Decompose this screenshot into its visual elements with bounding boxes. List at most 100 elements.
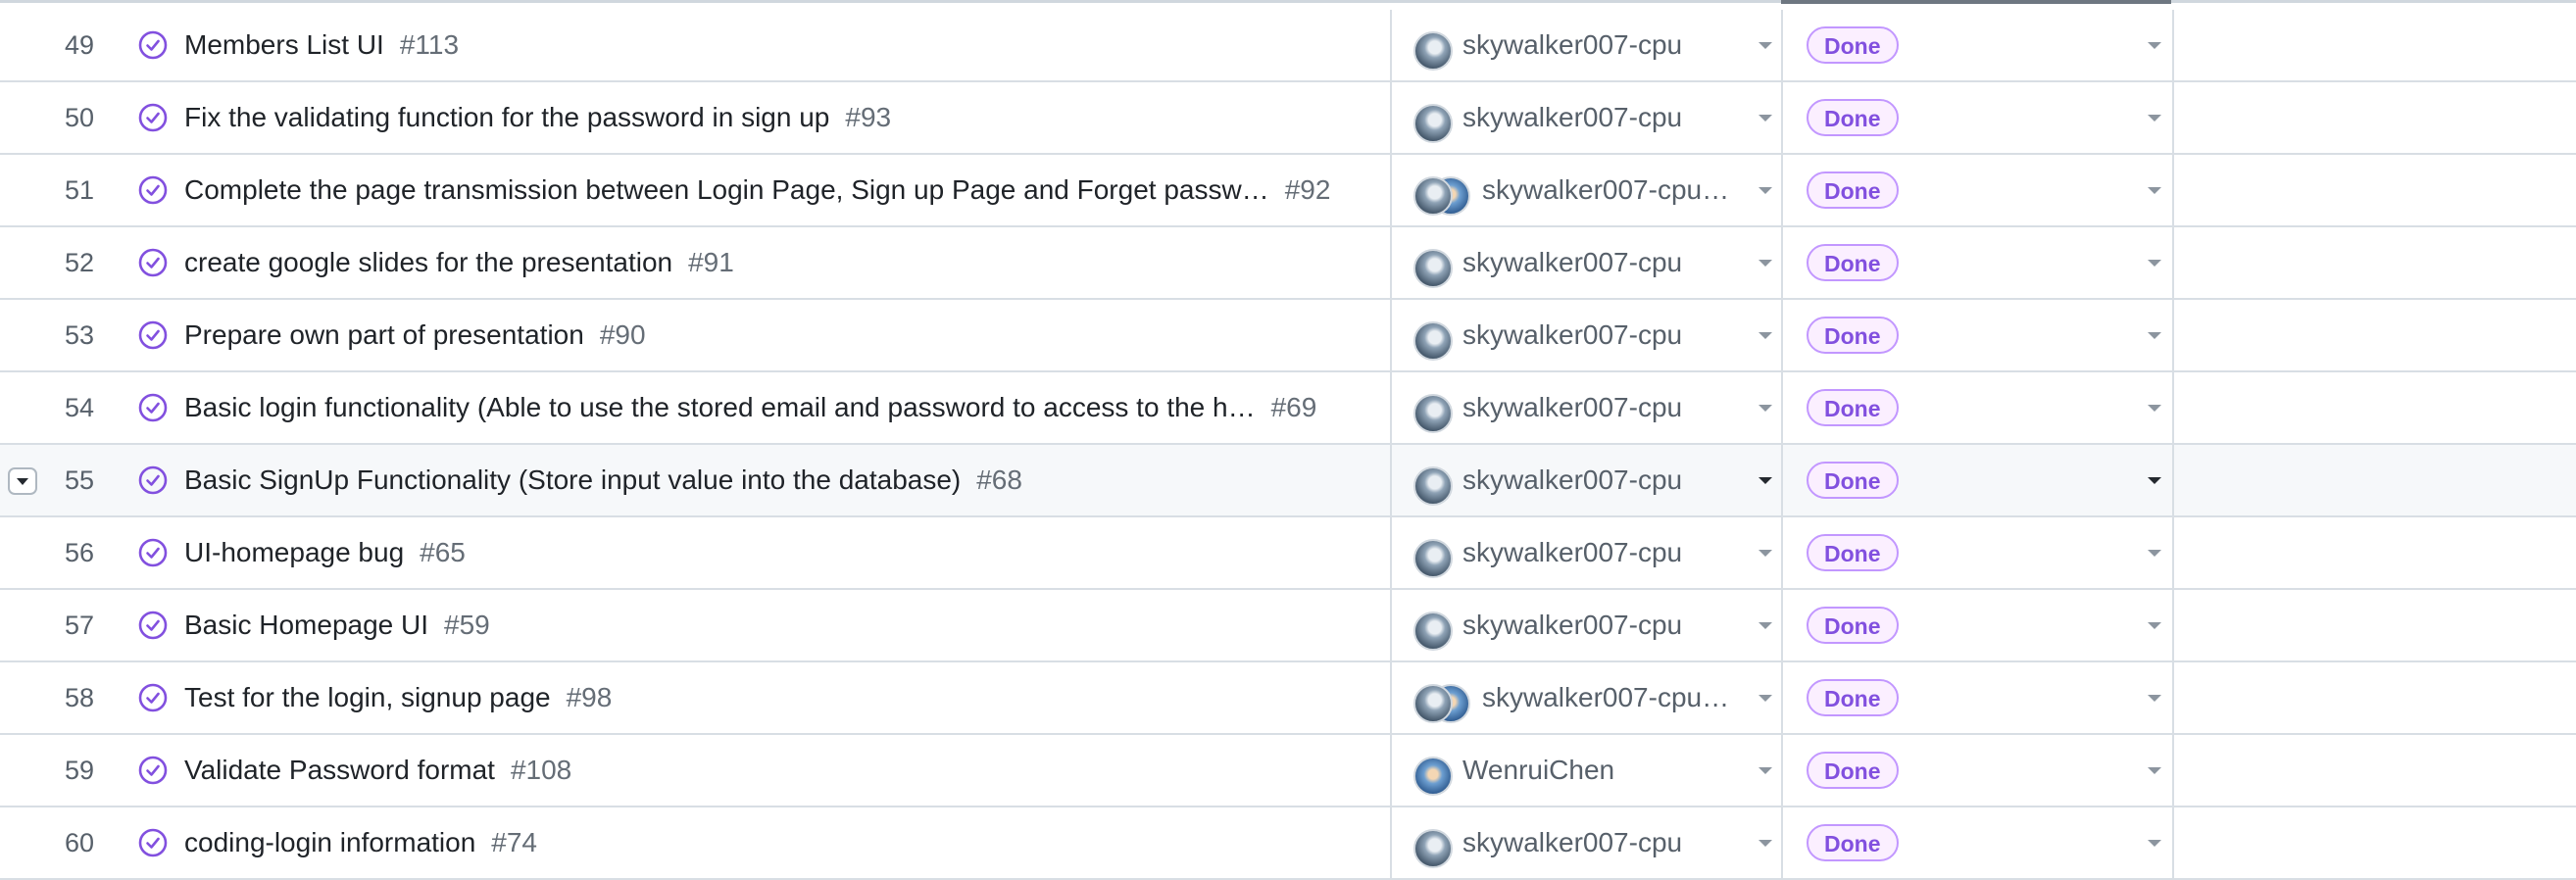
title-cell[interactable]: Prepare own part of presentation #90 bbox=[137, 300, 1390, 370]
assignees-cell[interactable]: skywalker007-cpu bbox=[1390, 82, 1781, 153]
empty-cell[interactable] bbox=[2172, 445, 2576, 515]
issue-title-link[interactable]: Validate Password format bbox=[184, 755, 495, 786]
chevron-down-icon[interactable] bbox=[2148, 767, 2161, 774]
chevron-down-icon[interactable] bbox=[2148, 550, 2161, 557]
chevron-down-icon[interactable] bbox=[1759, 695, 1772, 702]
status-cell[interactable]: Done bbox=[1781, 82, 2172, 153]
issue-title-link[interactable]: Fix the validating function for the pass… bbox=[184, 102, 829, 133]
header-divider bbox=[0, 0, 2576, 3]
issue-closed-icon bbox=[138, 393, 168, 422]
table-row[interactable]: 55 Basic SignUp Functionality (Store inp… bbox=[0, 445, 2576, 517]
chevron-down-icon[interactable] bbox=[2148, 115, 2161, 122]
chevron-down-icon[interactable] bbox=[2148, 405, 2161, 412]
assignee-name: skywalker007-cpu bbox=[1462, 247, 1683, 277]
table-row[interactable]: 54 Basic login functionality (Able to us… bbox=[0, 372, 2576, 445]
chevron-down-icon[interactable] bbox=[1759, 477, 1772, 484]
issue-title-link[interactable]: Test for the login, signup page bbox=[184, 682, 551, 713]
empty-cell[interactable] bbox=[2172, 10, 2576, 80]
chevron-down-icon[interactable] bbox=[1759, 187, 1772, 194]
issue-title-link[interactable]: Basic SignUp Functionality (Store input … bbox=[184, 464, 961, 496]
assignees-cell[interactable]: skywalker007-cpu bbox=[1390, 445, 1781, 515]
title-cell[interactable]: Fix the validating function for the pass… bbox=[137, 82, 1390, 153]
chevron-down-icon[interactable] bbox=[1759, 260, 1772, 267]
chevron-down-icon[interactable] bbox=[2148, 187, 2161, 194]
empty-cell[interactable] bbox=[2172, 590, 2576, 660]
assignees-cell[interactable]: skywalker007-cpu bbox=[1390, 807, 1781, 878]
assignees-cell[interactable]: skywalker007-cpu bbox=[1390, 300, 1781, 370]
table-row[interactable]: 60 coding-login information #74 skywalke… bbox=[0, 807, 2576, 880]
empty-cell[interactable] bbox=[2172, 227, 2576, 298]
assignees-cell[interactable]: skywalker007-cpu bbox=[1390, 590, 1781, 660]
row-menu-button[interactable] bbox=[8, 467, 37, 495]
status-cell[interactable]: Done bbox=[1781, 807, 2172, 878]
issue-title-link[interactable]: Basic Homepage UI bbox=[184, 610, 428, 641]
title-cell[interactable]: Basic Homepage UI #59 bbox=[137, 590, 1390, 660]
title-cell[interactable]: create google slides for the presentatio… bbox=[137, 227, 1390, 298]
title-cell[interactable]: UI-homepage bug #65 bbox=[137, 517, 1390, 588]
issue-title-link[interactable]: create google slides for the presentatio… bbox=[184, 247, 672, 278]
assignees-cell[interactable]: skywalker007-cpu bbox=[1390, 10, 1781, 80]
chevron-down-icon[interactable] bbox=[1759, 115, 1772, 122]
empty-cell[interactable] bbox=[2172, 372, 2576, 443]
status-cell[interactable]: Done bbox=[1781, 10, 2172, 80]
assignees-cell[interactable]: skywalker007-cpu… bbox=[1390, 155, 1781, 225]
table-row[interactable]: 58 Test for the login, signup page #98 s… bbox=[0, 662, 2576, 735]
issue-title-link[interactable]: Prepare own part of presentation bbox=[184, 319, 584, 351]
chevron-down-icon[interactable] bbox=[2148, 840, 2161, 847]
status-cell[interactable]: Done bbox=[1781, 227, 2172, 298]
status-cell[interactable]: Done bbox=[1781, 445, 2172, 515]
title-cell[interactable]: Complete the page transmission between L… bbox=[137, 155, 1390, 225]
empty-cell[interactable] bbox=[2172, 82, 2576, 153]
chevron-down-icon[interactable] bbox=[1759, 405, 1772, 412]
title-cell[interactable]: Members List UI #113 bbox=[137, 10, 1390, 80]
empty-cell[interactable] bbox=[2172, 807, 2576, 878]
issue-title-link[interactable]: Complete the page transmission between L… bbox=[184, 174, 1269, 206]
chevron-down-icon[interactable] bbox=[2148, 42, 2161, 49]
title-cell[interactable]: Test for the login, signup page #98 bbox=[137, 662, 1390, 733]
table-row[interactable]: 56 UI-homepage bug #65 skywalker007-cpu … bbox=[0, 517, 2576, 590]
assignees-cell[interactable]: skywalker007-cpu bbox=[1390, 517, 1781, 588]
status-cell[interactable]: Done bbox=[1781, 735, 2172, 806]
table-row[interactable]: 52 create google slides for the presenta… bbox=[0, 227, 2576, 300]
assignees-cell[interactable]: skywalker007-cpu… bbox=[1390, 662, 1781, 733]
table-row[interactable]: 57 Basic Homepage UI #59 skywalker007-cp… bbox=[0, 590, 2576, 662]
title-cell[interactable]: Basic SignUp Functionality (Store input … bbox=[137, 445, 1390, 515]
empty-cell[interactable] bbox=[2172, 662, 2576, 733]
status-cell[interactable]: Done bbox=[1781, 662, 2172, 733]
chevron-down-icon[interactable] bbox=[1759, 622, 1772, 629]
chevron-down-icon[interactable] bbox=[1759, 840, 1772, 847]
table-row[interactable]: 59 Validate Password format #108 WenruiC… bbox=[0, 735, 2576, 807]
chevron-down-icon[interactable] bbox=[2148, 332, 2161, 339]
status-cell[interactable]: Done bbox=[1781, 300, 2172, 370]
status-cell[interactable]: Done bbox=[1781, 155, 2172, 225]
table-row[interactable]: 49 Members List UI #113 skywalker007-cpu… bbox=[0, 10, 2576, 82]
empty-cell[interactable] bbox=[2172, 300, 2576, 370]
table-row[interactable]: 53 Prepare own part of presentation #90 … bbox=[0, 300, 2576, 372]
chevron-down-icon[interactable] bbox=[1759, 767, 1772, 774]
title-cell[interactable]: coding-login information #74 bbox=[137, 807, 1390, 878]
status-cell[interactable]: Done bbox=[1781, 590, 2172, 660]
title-cell[interactable]: Basic login functionality (Able to use t… bbox=[137, 372, 1390, 443]
table-row[interactable]: 51 Complete the page transmission betwee… bbox=[0, 155, 2576, 227]
issue-title-link[interactable]: Basic login functionality (Able to use t… bbox=[184, 392, 1256, 423]
assignees-cell[interactable]: skywalker007-cpu bbox=[1390, 372, 1781, 443]
empty-cell[interactable] bbox=[2172, 155, 2576, 225]
chevron-down-icon[interactable] bbox=[2148, 260, 2161, 267]
chevron-down-icon[interactable] bbox=[1759, 332, 1772, 339]
issue-title-link[interactable]: coding-login information bbox=[184, 827, 475, 858]
issue-title-link[interactable]: UI-homepage bug bbox=[184, 537, 404, 568]
chevron-down-icon[interactable] bbox=[1759, 42, 1772, 49]
chevron-down-icon[interactable] bbox=[2148, 477, 2161, 484]
issue-title-link[interactable]: Members List UI bbox=[184, 29, 384, 61]
table-row[interactable]: 50 Fix the validating function for the p… bbox=[0, 82, 2576, 155]
empty-cell[interactable] bbox=[2172, 517, 2576, 588]
title-cell[interactable]: Validate Password format #108 bbox=[137, 735, 1390, 806]
assignees-cell[interactable]: WenruiChen bbox=[1390, 735, 1781, 806]
empty-cell[interactable] bbox=[2172, 735, 2576, 806]
chevron-down-icon[interactable] bbox=[2148, 622, 2161, 629]
status-cell[interactable]: Done bbox=[1781, 372, 2172, 443]
chevron-down-icon[interactable] bbox=[1759, 550, 1772, 557]
status-cell[interactable]: Done bbox=[1781, 517, 2172, 588]
chevron-down-icon[interactable] bbox=[2148, 695, 2161, 702]
assignees-cell[interactable]: skywalker007-cpu bbox=[1390, 227, 1781, 298]
